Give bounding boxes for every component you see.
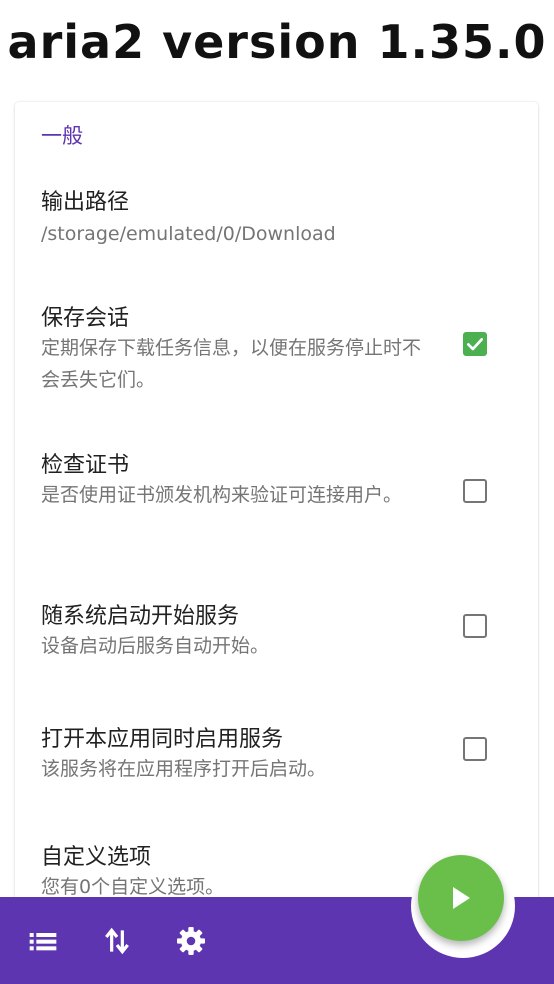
pref-check-certificate[interactable]: 检查证书 是否使用证书颁发机构来验证可连接用户。 [15,443,538,543]
check-certificate-checkbox[interactable] [463,479,487,503]
app-version-title: aria2 version 1.35.0 [7,15,547,69]
checkmark-icon [467,338,483,351]
pref-summary: /storage/emulated/0/Download [41,223,336,245]
start-service-fab[interactable] [418,855,504,941]
pref-title: 输出路径 [41,190,130,215]
pref-summary: 该服务将在应用程序打开后启动。 [41,758,327,780]
start-on-open-checkbox[interactable] [463,737,487,761]
play-icon [453,887,470,909]
pref-summary: 是否使用证书颁发机构来验证可连接用户。 [41,484,403,506]
settings-card: 一般 输出路径 /storage/emulated/0/Download 保存会… [15,102,538,962]
save-session-checkbox[interactable] [463,332,487,356]
pref-start-on-boot[interactable]: 随系统启动开始服务 设备启动后服务自动开始。 [15,594,538,664]
pref-title: 检查证书 [41,453,130,478]
section-title-general: 一般 [41,124,83,148]
pref-title: 保存会话 [41,306,130,331]
pref-title: 随系统启动开始服务 [41,604,240,629]
pref-save-session[interactable]: 保存会话 定期保存下载任务信息，以便在服务停止时不会丢失它们。 [15,296,538,396]
pref-summary: 设备启动后服务自动开始。 [41,635,270,657]
pref-summary: 定期保存下载任务信息，以便在服务停止时不会丢失它们。 [41,337,422,391]
swap-vertical-icon[interactable] [101,925,133,957]
pref-output-path[interactable]: 输出路径 /storage/emulated/0/Download [15,180,538,250]
pref-start-on-open[interactable]: 打开本应用同时启用服务 该服务将在应用程序打开后启动。 [15,717,538,787]
list-icon[interactable] [27,925,59,957]
pref-title: 自定义选项 [41,845,152,870]
settings-gear-icon[interactable] [175,925,207,957]
pref-title: 打开本应用同时启用服务 [41,727,284,752]
start-on-boot-checkbox[interactable] [463,614,487,638]
